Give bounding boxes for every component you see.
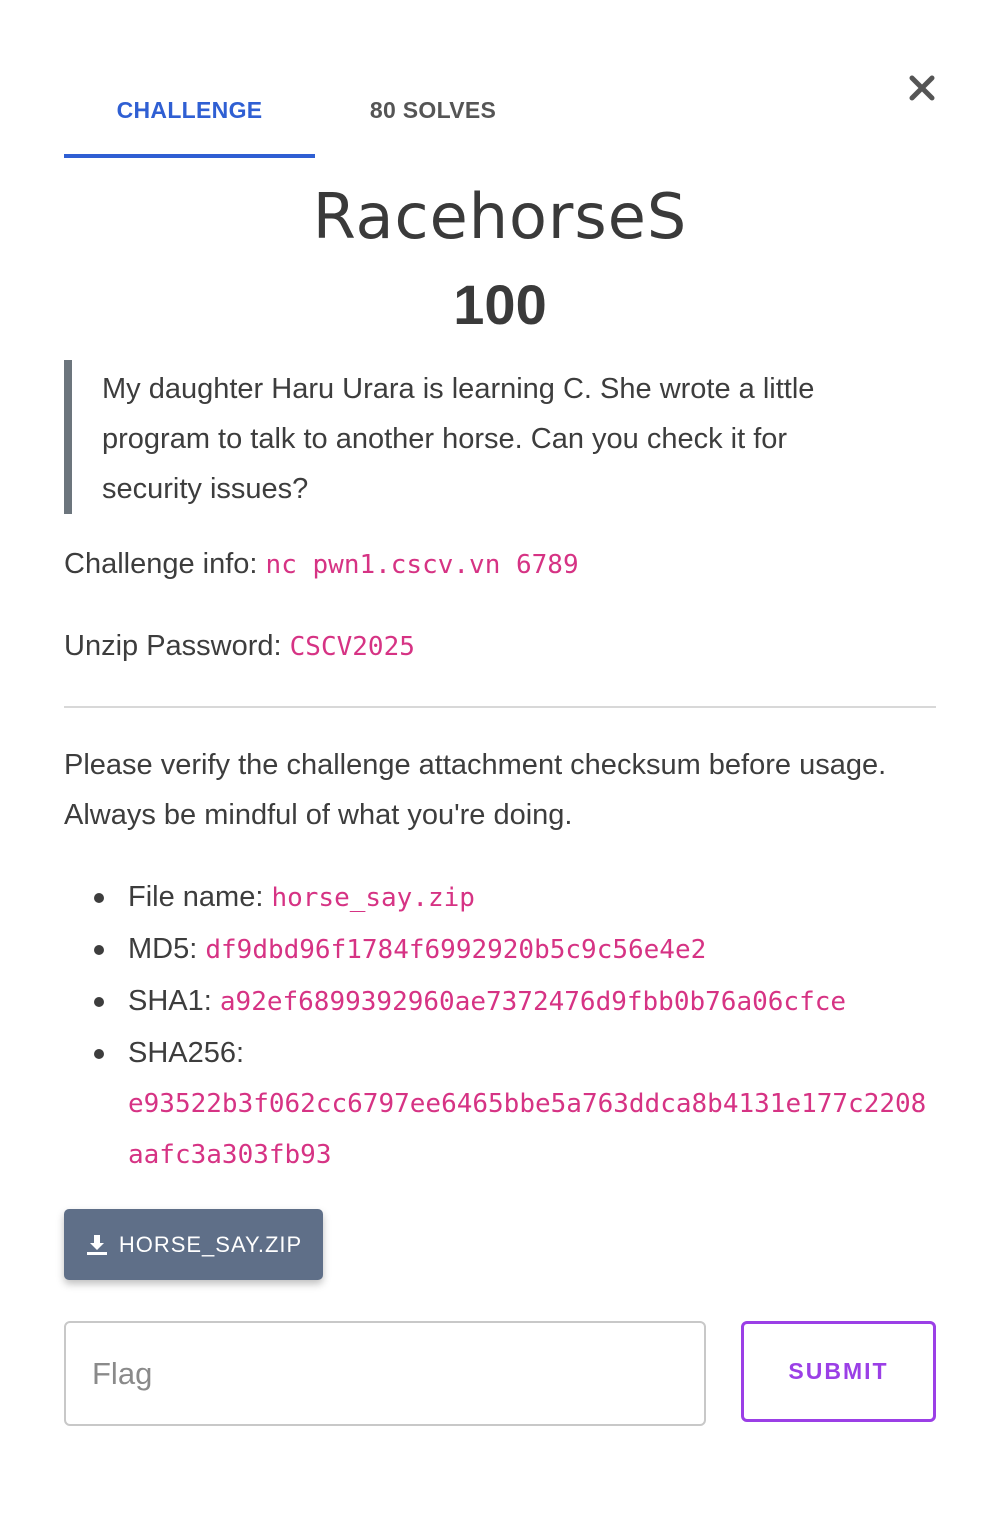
tab-challenge-label: CHALLENGE <box>116 97 263 123</box>
description-blockquote: My daughter Haru Urara is learning C. Sh… <box>64 360 884 514</box>
description-text: My daughter Haru Urara is learning C. Sh… <box>102 373 815 505</box>
download-button-label: HORSE_SAY.ZIP <box>118 1231 303 1257</box>
bullet <box>94 1049 104 1059</box>
list-item-file-name: File name: horse_say.zip <box>64 872 936 924</box>
md5-label: MD5: <box>128 933 198 965</box>
challenge-title: RacehorseS <box>312 180 688 253</box>
bullet <box>94 997 104 1007</box>
sha1-value: a92ef6899392960ae7372476d9fbb0b76a06cfce <box>219 987 847 1017</box>
sha256-value: e93522b3f062cc6797ee6465bbe5a763ddca8b41… <box>128 1089 927 1170</box>
submit-button[interactable]: SUBMIT <box>741 1321 936 1422</box>
challenge-modal: CHALLENGE 80 SOLVES RacehorseS 100 My da… <box>0 0 1000 1524</box>
challenge-info-line: Challenge info: nc pwn1.cscv.vn 6789 <box>64 548 579 581</box>
challenge-info-label: Challenge info: <box>64 548 258 580</box>
challenge-info-value: nc pwn1.cscv.vn 6789 <box>265 550 579 580</box>
download-attachment-button[interactable]: HORSE_SAY.ZIP <box>64 1209 323 1280</box>
file-name-label: File name: <box>128 881 264 913</box>
md5-value: df9dbd96f1784f6992920b5c9c56e4e2 <box>205 935 707 965</box>
bullet <box>94 945 104 955</box>
unzip-password-label: Unzip Password: <box>64 630 282 662</box>
active-tab-indicator <box>64 154 315 158</box>
bullet <box>94 893 104 903</box>
sha1-label: SHA1: <box>128 985 212 1017</box>
close-icon[interactable] <box>904 70 940 106</box>
tab-solves[interactable]: 80 SOLVES <box>315 64 551 158</box>
challenge-points: 100 <box>453 273 547 336</box>
list-item-sha256: SHA256: e93522b3f062cc6797ee6465bbe5a763… <box>64 1028 936 1181</box>
checksum-list: File name: horse_say.zip MD5: df9dbd96f1… <box>64 872 936 1181</box>
list-item-sha1: SHA1: a92ef6899392960ae7372476d9fbb0b76a… <box>64 976 936 1028</box>
file-name-value: horse_say.zip <box>271 883 475 913</box>
unzip-password-value: CSCV2025 <box>289 632 415 662</box>
tab-bar: CHALLENGE 80 SOLVES <box>64 64 564 158</box>
verify-notice: Please verify the challenge attachment c… <box>64 749 887 831</box>
tab-challenge[interactable]: CHALLENGE <box>64 64 315 158</box>
list-item-md5: MD5: df9dbd96f1784f6992920b5c9c56e4e2 <box>64 924 936 976</box>
divider <box>64 706 936 708</box>
tab-solves-label: 80 SOLVES <box>369 97 497 123</box>
flag-input[interactable] <box>64 1321 706 1426</box>
unzip-password-line: Unzip Password: CSCV2025 <box>64 630 415 663</box>
download-icon <box>85 1233 109 1257</box>
sha256-label: SHA256: <box>128 1037 245 1069</box>
